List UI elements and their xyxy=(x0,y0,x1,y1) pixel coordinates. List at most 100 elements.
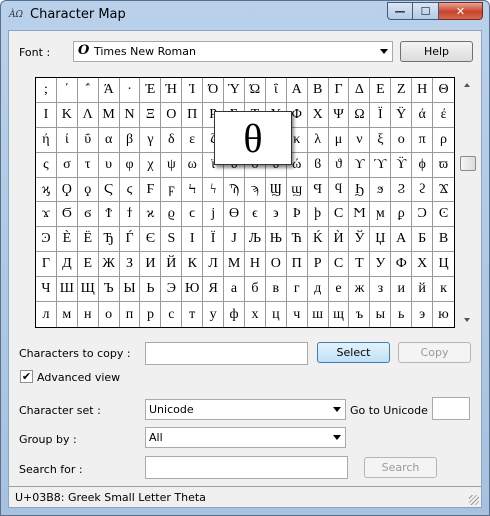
grid-scrollbar[interactable] xyxy=(459,77,476,328)
character-cell[interactable]: к xyxy=(433,277,454,303)
character-cell[interactable]: Ϡ xyxy=(224,177,245,203)
character-cell[interactable]: ж xyxy=(349,277,371,303)
character-cell[interactable]: Ќ xyxy=(307,227,329,253)
character-cell[interactable]: д xyxy=(307,277,329,303)
character-cell[interactable]: Ϝ xyxy=(140,177,162,203)
character-cell[interactable]: ψ xyxy=(161,152,183,178)
character-cell[interactable]: Ϸ xyxy=(286,202,308,228)
character-cell[interactable]: Х xyxy=(412,252,434,278)
character-cell[interactable]: ; xyxy=(36,78,57,103)
character-cell[interactable]: у xyxy=(203,302,225,327)
character-cell[interactable]: Ϟ xyxy=(182,177,204,203)
character-cell[interactable]: ϑ xyxy=(328,152,350,178)
character-cell[interactable]: Χ xyxy=(307,102,329,128)
character-cell[interactable]: Ϛ xyxy=(98,177,120,203)
select-button[interactable]: Select xyxy=(317,342,390,363)
character-cell[interactable]: Э xyxy=(161,277,183,303)
character-cell[interactable]: Π xyxy=(182,102,204,128)
character-cell[interactable]: Κ xyxy=(56,102,78,128)
minimize-button[interactable]: — xyxy=(387,2,413,20)
character-cell[interactable]: υ xyxy=(98,152,120,178)
character-cell[interactable]: Ψ xyxy=(328,102,350,128)
character-cell[interactable]: Μ xyxy=(98,102,120,128)
maximize-button[interactable]: ☐ xyxy=(413,2,439,20)
character-cell[interactable]: Л xyxy=(203,252,225,278)
character-cell[interactable]: ϗ xyxy=(36,177,57,203)
character-cell[interactable]: ϓ xyxy=(370,152,392,178)
character-cell[interactable]: и xyxy=(391,277,413,303)
character-cell[interactable]: ϕ xyxy=(412,152,434,178)
scroll-down-arrow-icon[interactable] xyxy=(464,318,470,322)
search-input[interactable] xyxy=(145,456,348,479)
character-cell[interactable]: Ў xyxy=(349,227,371,253)
character-cell[interactable]: Ͻ xyxy=(412,202,434,228)
character-cell[interactable]: Ы xyxy=(119,277,141,303)
character-cell[interactable]: Ь xyxy=(140,277,162,303)
character-cell[interactable]: Ϲ xyxy=(328,202,350,228)
character-cell[interactable]: Ω xyxy=(349,102,371,128)
advanced-view-checkbox[interactable]: ✔ xyxy=(20,370,33,383)
character-cell[interactable]: ϫ xyxy=(36,202,57,228)
character-cell[interactable]: Ϫ xyxy=(433,178,454,203)
character-cell[interactable]: т xyxy=(182,302,204,327)
character-cell[interactable]: σ xyxy=(56,152,78,178)
help-button[interactable]: Help xyxy=(400,41,473,62)
character-cell[interactable]: Ѝ xyxy=(328,227,350,253)
character-cell[interactable]: ς xyxy=(36,152,57,178)
character-set-dropdown[interactable]: Unicode xyxy=(145,399,346,420)
character-cell[interactable]: Ї xyxy=(203,227,225,253)
go-to-unicode-input[interactable] xyxy=(432,397,470,420)
character-cell[interactable]: е xyxy=(328,277,350,303)
character-cell[interactable]: щ xyxy=(329,302,350,327)
character-cell[interactable]: м xyxy=(57,302,78,327)
chevron-down-icon[interactable] xyxy=(333,407,341,412)
character-cell[interactable]: Д xyxy=(56,252,78,278)
character-cell[interactable]: Њ xyxy=(265,227,287,253)
character-cell[interactable]: ϟ xyxy=(203,177,225,203)
character-cell[interactable]: ΄ xyxy=(56,78,78,103)
character-cell[interactable]: ϖ xyxy=(433,153,454,178)
character-cell[interactable]: в xyxy=(265,277,287,303)
character-cell[interactable]: ο xyxy=(391,127,413,153)
character-cell[interactable]: Ν xyxy=(119,102,141,128)
character-cell[interactable]: ϡ xyxy=(244,177,266,203)
scroll-thumb[interactable] xyxy=(460,156,476,171)
character-cell[interactable]: Б xyxy=(412,227,434,253)
chevron-down-icon[interactable] xyxy=(333,435,341,440)
character-cell[interactable]: Ί xyxy=(182,78,204,103)
character-cell[interactable]: ϔ xyxy=(391,152,413,178)
character-cell[interactable]: Ю xyxy=(182,277,204,303)
character-cell[interactable]: μ xyxy=(328,127,350,153)
character-cell[interactable]: ΰ xyxy=(77,127,99,153)
character-cell[interactable]: К xyxy=(182,252,204,278)
character-cell[interactable]: α xyxy=(98,127,120,153)
character-cell[interactable]: г xyxy=(286,277,308,303)
character-cell[interactable]: Ώ xyxy=(244,78,266,103)
character-cell[interactable]: ъ xyxy=(349,302,371,327)
character-cell[interactable]: Β xyxy=(307,78,329,103)
character-cell[interactable]: ϳ xyxy=(203,202,225,228)
character-cell[interactable]: ϙ xyxy=(77,177,99,203)
character-cell[interactable]: ΐ xyxy=(265,78,287,103)
character-cell[interactable]: Ϭ xyxy=(56,202,78,228)
character-cell[interactable]: Λ xyxy=(77,102,99,128)
character-cell[interactable]: ξ xyxy=(370,127,392,153)
character-cell[interactable]: а xyxy=(224,277,245,303)
character-cell[interactable]: Ϊ xyxy=(370,102,392,128)
character-cell[interactable]: з xyxy=(370,277,392,303)
character-cell[interactable]: о xyxy=(99,302,120,327)
character-cell[interactable]: Я xyxy=(203,277,225,303)
character-cell[interactable]: Ͼ xyxy=(433,202,454,228)
character-cell[interactable]: ю xyxy=(433,302,454,327)
character-cell[interactable]: ϐ xyxy=(307,152,329,178)
character-cell[interactable]: έ xyxy=(433,103,454,128)
character-cell[interactable]: Е xyxy=(77,252,99,278)
character-cell[interactable]: Η xyxy=(412,78,434,103)
character-cell[interactable]: ϶ xyxy=(265,202,287,228)
character-cell[interactable]: Ж xyxy=(98,252,120,278)
character-cell[interactable]: Ѓ xyxy=(119,227,141,253)
character-cell[interactable]: Ϧ xyxy=(349,177,371,203)
go-to-unicode-field[interactable] xyxy=(433,398,469,419)
character-cell[interactable]: ϥ xyxy=(328,177,350,203)
character-cell[interactable]: Ϙ xyxy=(56,177,78,203)
